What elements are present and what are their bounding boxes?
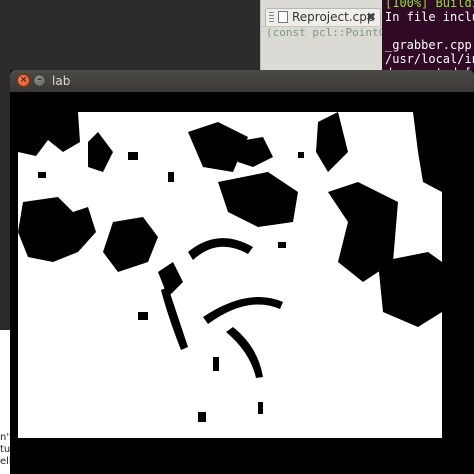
terminal-line: [100%] Buildi [385,0,474,10]
minimize-button[interactable]: – [33,74,46,87]
window-titlebar[interactable]: × – lab [10,70,474,92]
browser-text-line: ell the algorithm to ignore pix [0,456,10,467]
browser-text-line: n't quite understand why this [0,432,10,443]
depth-mask-image [18,112,442,438]
tab-reproject-cpp[interactable]: Reproject.cpp ✖ [265,8,381,27]
close-button[interactable]: × [17,74,30,87]
lab-window[interactable]: × – lab [10,70,474,474]
window-title: lab [52,74,71,88]
drag-grip-icon[interactable] [269,12,274,24]
terminal-line: In file inclu [385,10,474,24]
browser-text-line: turned by kinect, which corre [0,444,10,455]
editor-code-peek: (const pcl::PointCl [266,26,392,39]
file-icon [278,11,288,23]
desktop-background [0,0,260,72]
terminal-line: /usr/local/inc [385,52,474,66]
tab-label: Reproject.cpp [292,10,375,24]
terminal-line: _grabber.cpp:1 [385,38,474,52]
tab-close-icon[interactable]: ✖ [366,10,376,24]
